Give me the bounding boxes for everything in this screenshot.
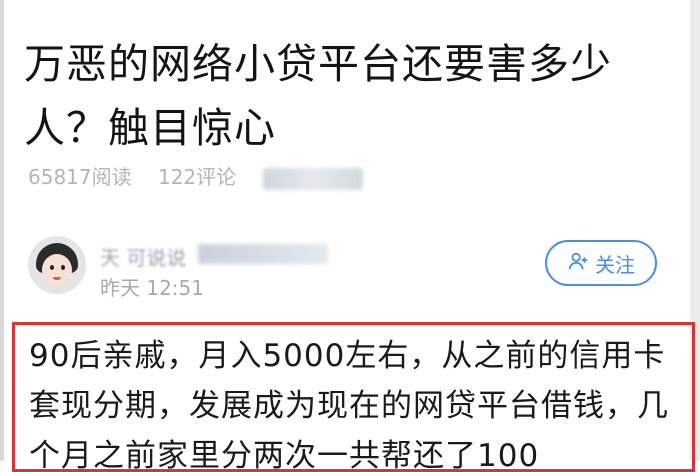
comment-count[interactable]: 122评论 <box>158 165 236 189</box>
follow-label: 关注 <box>595 252 635 277</box>
avatar[interactable] <box>28 236 86 294</box>
author-name[interactable]: 天 可说说 <box>100 242 186 271</box>
blurred-author-name <box>198 244 328 264</box>
article-body-text: 90后亲戚，月入5000左右，从之前的信用卡套现分期，发展成为现在的网贷平台借钱… <box>29 338 669 472</box>
author-row: 天 可说说 昨天 12:51 关注 <box>28 236 668 300</box>
highlighted-content: 90后亲戚，月入5000左右，从之前的信用卡套现分期，发展成为现在的网贷平台借钱… <box>12 322 695 472</box>
post-time: 昨天 12:51 <box>100 276 204 300</box>
add-user-icon <box>567 250 589 277</box>
article-title: 万恶的网络小贷平台还要害多少人？触目惊心 <box>24 40 612 152</box>
frame-left-edge <box>0 0 4 461</box>
blurred-meta <box>262 167 363 190</box>
follow-button[interactable]: 关注 <box>545 240 657 286</box>
read-count: 65817阅读 <box>28 165 132 189</box>
article-meta: 65817阅读 122评论 <box>28 161 383 190</box>
